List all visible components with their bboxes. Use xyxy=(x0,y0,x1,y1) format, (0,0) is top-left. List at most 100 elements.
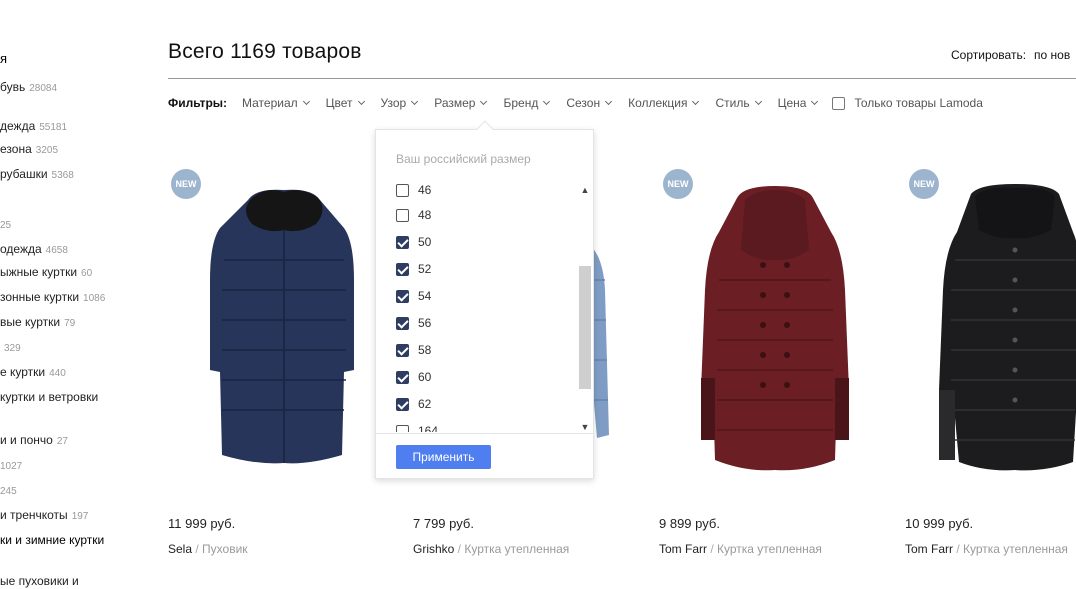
size-checkbox[interactable] xyxy=(396,183,409,197)
size-option[interactable]: 58 xyxy=(396,342,431,358)
filter-brand[interactable]: Бренд xyxy=(503,96,551,110)
size-option[interactable]: 56 xyxy=(396,315,431,331)
sidebar-item[interactable]: 1027 xyxy=(0,458,22,472)
product-image[interactable] xyxy=(168,150,400,500)
chevron-down-icon xyxy=(480,97,488,106)
sidebar-item[interactable]: 329 xyxy=(0,340,21,354)
new-badge: NEW xyxy=(171,169,201,199)
size-checkbox-checked[interactable] xyxy=(396,343,409,357)
sidebar-item[interactable]: вые куртки 79 xyxy=(0,315,75,329)
sidebar-item[interactable]: е куртки 440 xyxy=(0,365,66,379)
product-brand[interactable]: Sela xyxy=(168,542,192,556)
sidebar-item[interactable]: рубашки 5368 xyxy=(0,167,74,181)
filter-size[interactable]: Размер xyxy=(434,96,488,110)
sidebar-item[interactable]: я xyxy=(0,51,7,66)
size-option-label: 46 xyxy=(418,183,432,197)
filter-price[interactable]: Цена xyxy=(778,96,819,110)
page-title: Всего 1169 товаров xyxy=(168,40,362,63)
product-type[interactable]: Куртка утепленная xyxy=(717,542,822,556)
size-checkbox[interactable] xyxy=(396,424,409,432)
filter-label: Стиль xyxy=(715,96,750,110)
apply-button[interactable]: Применить xyxy=(396,445,491,469)
chevron-down-icon xyxy=(811,97,819,106)
filter-collection[interactable]: Коллекция xyxy=(628,96,700,110)
sidebar-item[interactable]: ыжные куртки 60 xyxy=(0,265,92,279)
size-option[interactable]: 46 xyxy=(396,182,431,198)
sidebar-item-label: рубашки xyxy=(0,167,48,181)
filter-label: Материал xyxy=(242,96,298,110)
filter-style[interactable]: Стиль xyxy=(715,96,762,110)
filter-label: Размер xyxy=(434,96,476,110)
sidebar-item[interactable]: куртки и ветровки xyxy=(0,390,98,404)
sort-control[interactable]: Сортировать: по нов xyxy=(951,48,1070,62)
size-options-list[interactable]: 46 48 50 52 54 56 58 60 62 164 xyxy=(376,180,576,432)
filter-material[interactable]: Материал xyxy=(242,96,310,110)
sidebar-item[interactable]: 245 xyxy=(0,483,17,497)
sidebar-item-label: и тренчкоты xyxy=(0,508,68,522)
product-brand[interactable]: Tom Farr xyxy=(659,542,707,556)
product-type[interactable]: Куртка утепленная xyxy=(464,542,569,556)
filter-season[interactable]: Сезон xyxy=(566,96,613,110)
sidebar-item-label: е куртки xyxy=(0,365,46,379)
filter-pattern[interactable]: Узор xyxy=(380,96,419,110)
size-option[interactable]: 164 xyxy=(396,423,438,432)
sidebar-item-count: 245 xyxy=(0,486,17,497)
sidebar-item-count: 79 xyxy=(64,318,76,329)
lamoda-only-toggle[interactable]: Только товары Lamoda xyxy=(832,96,983,110)
sidebar-item[interactable]: зонные куртки 1086 xyxy=(0,290,105,304)
lamoda-only-label: Только товары Lamoda xyxy=(854,96,983,110)
size-option[interactable]: 50 xyxy=(396,234,431,250)
product-type[interactable]: Пуховик xyxy=(202,542,248,556)
size-checkbox[interactable] xyxy=(396,208,409,222)
sidebar-item[interactable]: дежда 55181 xyxy=(0,119,67,133)
scroll-up-icon[interactable]: ▲ xyxy=(578,184,592,196)
product-brand[interactable]: Grishko xyxy=(413,542,454,556)
chevron-down-icon xyxy=(543,97,551,106)
sidebar-item-active[interactable]: ки и зимние куртки xyxy=(0,533,104,547)
size-option[interactable]: 60 xyxy=(396,369,431,385)
scroll-down-icon[interactable]: ▼ xyxy=(578,421,592,433)
sidebar-item[interactable]: ые пуховики и xyxy=(0,574,79,588)
sidebar-item-count: 55181 xyxy=(39,122,68,133)
chevron-down-icon xyxy=(411,97,419,106)
sidebar-item[interactable]: и и пончо 27 xyxy=(0,433,68,447)
size-checkbox-checked[interactable] xyxy=(396,262,409,276)
sidebar-item[interactable]: 25 xyxy=(0,217,11,231)
sidebar-item-label: езона xyxy=(0,142,32,156)
size-option-label: 60 xyxy=(418,370,432,384)
product-brand-line[interactable]: Tom Farr / Куртка утепленная xyxy=(659,542,822,556)
filter-color[interactable]: Цвет xyxy=(325,96,365,110)
product-brand-line[interactable]: Tom Farr / Куртка утепленная xyxy=(905,542,1068,556)
size-option[interactable]: 62 xyxy=(396,396,431,412)
size-checkbox-checked[interactable] xyxy=(396,235,409,249)
sort-value[interactable]: по нов xyxy=(1034,48,1070,62)
chevron-down-icon xyxy=(754,97,762,106)
size-checkbox-checked[interactable] xyxy=(396,370,409,384)
sidebar-item[interactable]: езона 3205 xyxy=(0,142,58,156)
sidebar-item-label: ыжные куртки xyxy=(0,265,78,279)
dropdown-scrollbar[interactable]: ▲ ▼ xyxy=(578,184,592,433)
sidebar-item-count: 5368 xyxy=(51,170,74,181)
size-option[interactable]: 54 xyxy=(396,288,431,304)
size-option-label: 58 xyxy=(418,343,432,357)
scroll-thumb[interactable] xyxy=(579,266,591,389)
size-option[interactable]: 52 xyxy=(396,261,431,277)
product-type[interactable]: Куртка утепленная xyxy=(963,542,1068,556)
header-divider xyxy=(168,78,1076,79)
product-brand-line[interactable]: Sela / Пуховик xyxy=(168,542,248,556)
product-image[interactable] xyxy=(905,150,1076,500)
product-brand[interactable]: Tom Farr xyxy=(905,542,953,556)
product-brand-line[interactable]: Grishko / Куртка утепленная xyxy=(413,542,569,556)
filter-label: Цвет xyxy=(325,96,353,110)
size-checkbox-checked[interactable] xyxy=(396,316,409,330)
sidebar-item[interactable]: и тренчкоты 197 xyxy=(0,508,88,522)
lamoda-only-checkbox[interactable] xyxy=(832,96,846,110)
sidebar-item[interactable]: бувь 28084 xyxy=(0,80,57,94)
sidebar-item[interactable]: одежда 4658 xyxy=(0,242,68,256)
size-option[interactable]: 48 xyxy=(396,207,431,223)
sidebar-item-label: я xyxy=(0,51,8,66)
product-image[interactable] xyxy=(659,150,891,500)
size-checkbox-checked[interactable] xyxy=(396,289,409,303)
size-checkbox-checked[interactable] xyxy=(396,397,409,411)
filter-label: Узор xyxy=(380,96,407,110)
